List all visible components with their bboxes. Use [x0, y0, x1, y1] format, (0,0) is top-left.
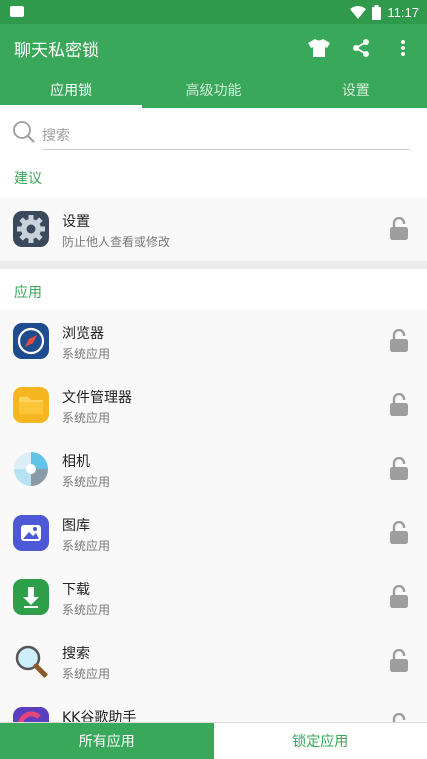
- list-item-search-app[interactable]: 搜索 系统应用: [0, 629, 427, 693]
- notification-icon: [10, 6, 24, 17]
- item-name: 下载: [62, 582, 90, 598]
- item-name: 搜索: [62, 646, 90, 662]
- item-sub: 系统应用: [62, 603, 111, 617]
- tab-settings[interactable]: 设置: [285, 72, 427, 108]
- share-icon: [353, 39, 369, 57]
- item-sub: 系统应用: [62, 411, 111, 425]
- section-apps-header: 应用: [14, 285, 42, 301]
- item-sub: 系统应用: [62, 667, 111, 681]
- search-icon: [13, 121, 35, 143]
- lock-open-icon[interactable]: [389, 649, 409, 673]
- item-sub: 系统应用: [62, 347, 111, 361]
- list-item-camera[interactable]: 相机 系统应用: [0, 437, 427, 501]
- item-name: 浏览器: [62, 326, 104, 342]
- tab-advanced[interactable]: 高级功能: [142, 72, 284, 108]
- tab-bar: 应用锁 高级功能 设置: [0, 72, 427, 108]
- lock-open-icon[interactable]: [389, 217, 409, 241]
- download-icon: [13, 579, 49, 615]
- search-bar: [0, 108, 427, 158]
- tshirt-icon: [308, 39, 330, 57]
- search-input[interactable]: [42, 122, 410, 150]
- section-suggest-header: 建议: [14, 171, 42, 187]
- item-sub: 系统应用: [62, 539, 111, 553]
- app-bar: 聊天私密锁: [0, 24, 427, 72]
- magnifier-icon: [13, 643, 49, 679]
- compass-icon: [13, 323, 49, 359]
- item-name: 设置: [62, 214, 90, 230]
- share-button[interactable]: [347, 34, 375, 62]
- status-right: 11:17: [350, 0, 419, 24]
- battery-icon: [372, 4, 382, 20]
- all-apps-button[interactable]: 所有应用: [0, 723, 214, 759]
- item-sub: 防止他人查看或修改: [62, 235, 171, 249]
- lock-open-icon[interactable]: [389, 585, 409, 609]
- gallery-icon: [13, 515, 49, 551]
- folder-icon: [13, 387, 49, 423]
- lock-open-icon[interactable]: [389, 713, 409, 722]
- lock-open-icon[interactable]: [389, 393, 409, 417]
- lock-open-icon[interactable]: [389, 457, 409, 481]
- section-divider: [0, 261, 427, 269]
- locked-apps-button[interactable]: 锁定应用: [213, 723, 427, 759]
- lock-open-icon[interactable]: [389, 329, 409, 353]
- camera-aperture-icon: [13, 451, 49, 487]
- item-name: 图库: [62, 518, 90, 534]
- list-item-gallery[interactable]: 图库 系统应用: [0, 501, 427, 565]
- list-item-file-manager[interactable]: 文件管理器 系统应用: [0, 373, 427, 437]
- more-button[interactable]: [389, 34, 417, 62]
- bottom-bar: 所有应用 锁定应用: [0, 722, 427, 759]
- wifi-icon: [350, 5, 367, 19]
- list-item-browser[interactable]: 浏览器 系统应用: [0, 309, 427, 373]
- item-name: 文件管理器: [62, 390, 132, 406]
- status-bar: 11:17: [0, 0, 427, 24]
- more-vert-icon: [401, 40, 405, 56]
- list-item-settings[interactable]: 设置 防止他人查看或修改: [0, 197, 427, 261]
- tab-app-lock[interactable]: 应用锁: [0, 72, 143, 108]
- item-name: 相机: [62, 454, 90, 470]
- item-sub: 系统应用: [62, 475, 111, 489]
- settings-gear-icon: [13, 211, 49, 247]
- kk-app-icon: [13, 707, 49, 722]
- item-name: KK谷歌助手: [62, 710, 137, 722]
- list-item-kk-assistant[interactable]: KK谷歌助手: [0, 693, 427, 722]
- lock-open-icon[interactable]: [389, 521, 409, 545]
- list-item-download[interactable]: 下载 系统应用: [0, 565, 427, 629]
- app-title: 聊天私密锁: [14, 41, 99, 61]
- status-time: 11:17: [387, 4, 419, 20]
- theme-button[interactable]: [305, 34, 333, 62]
